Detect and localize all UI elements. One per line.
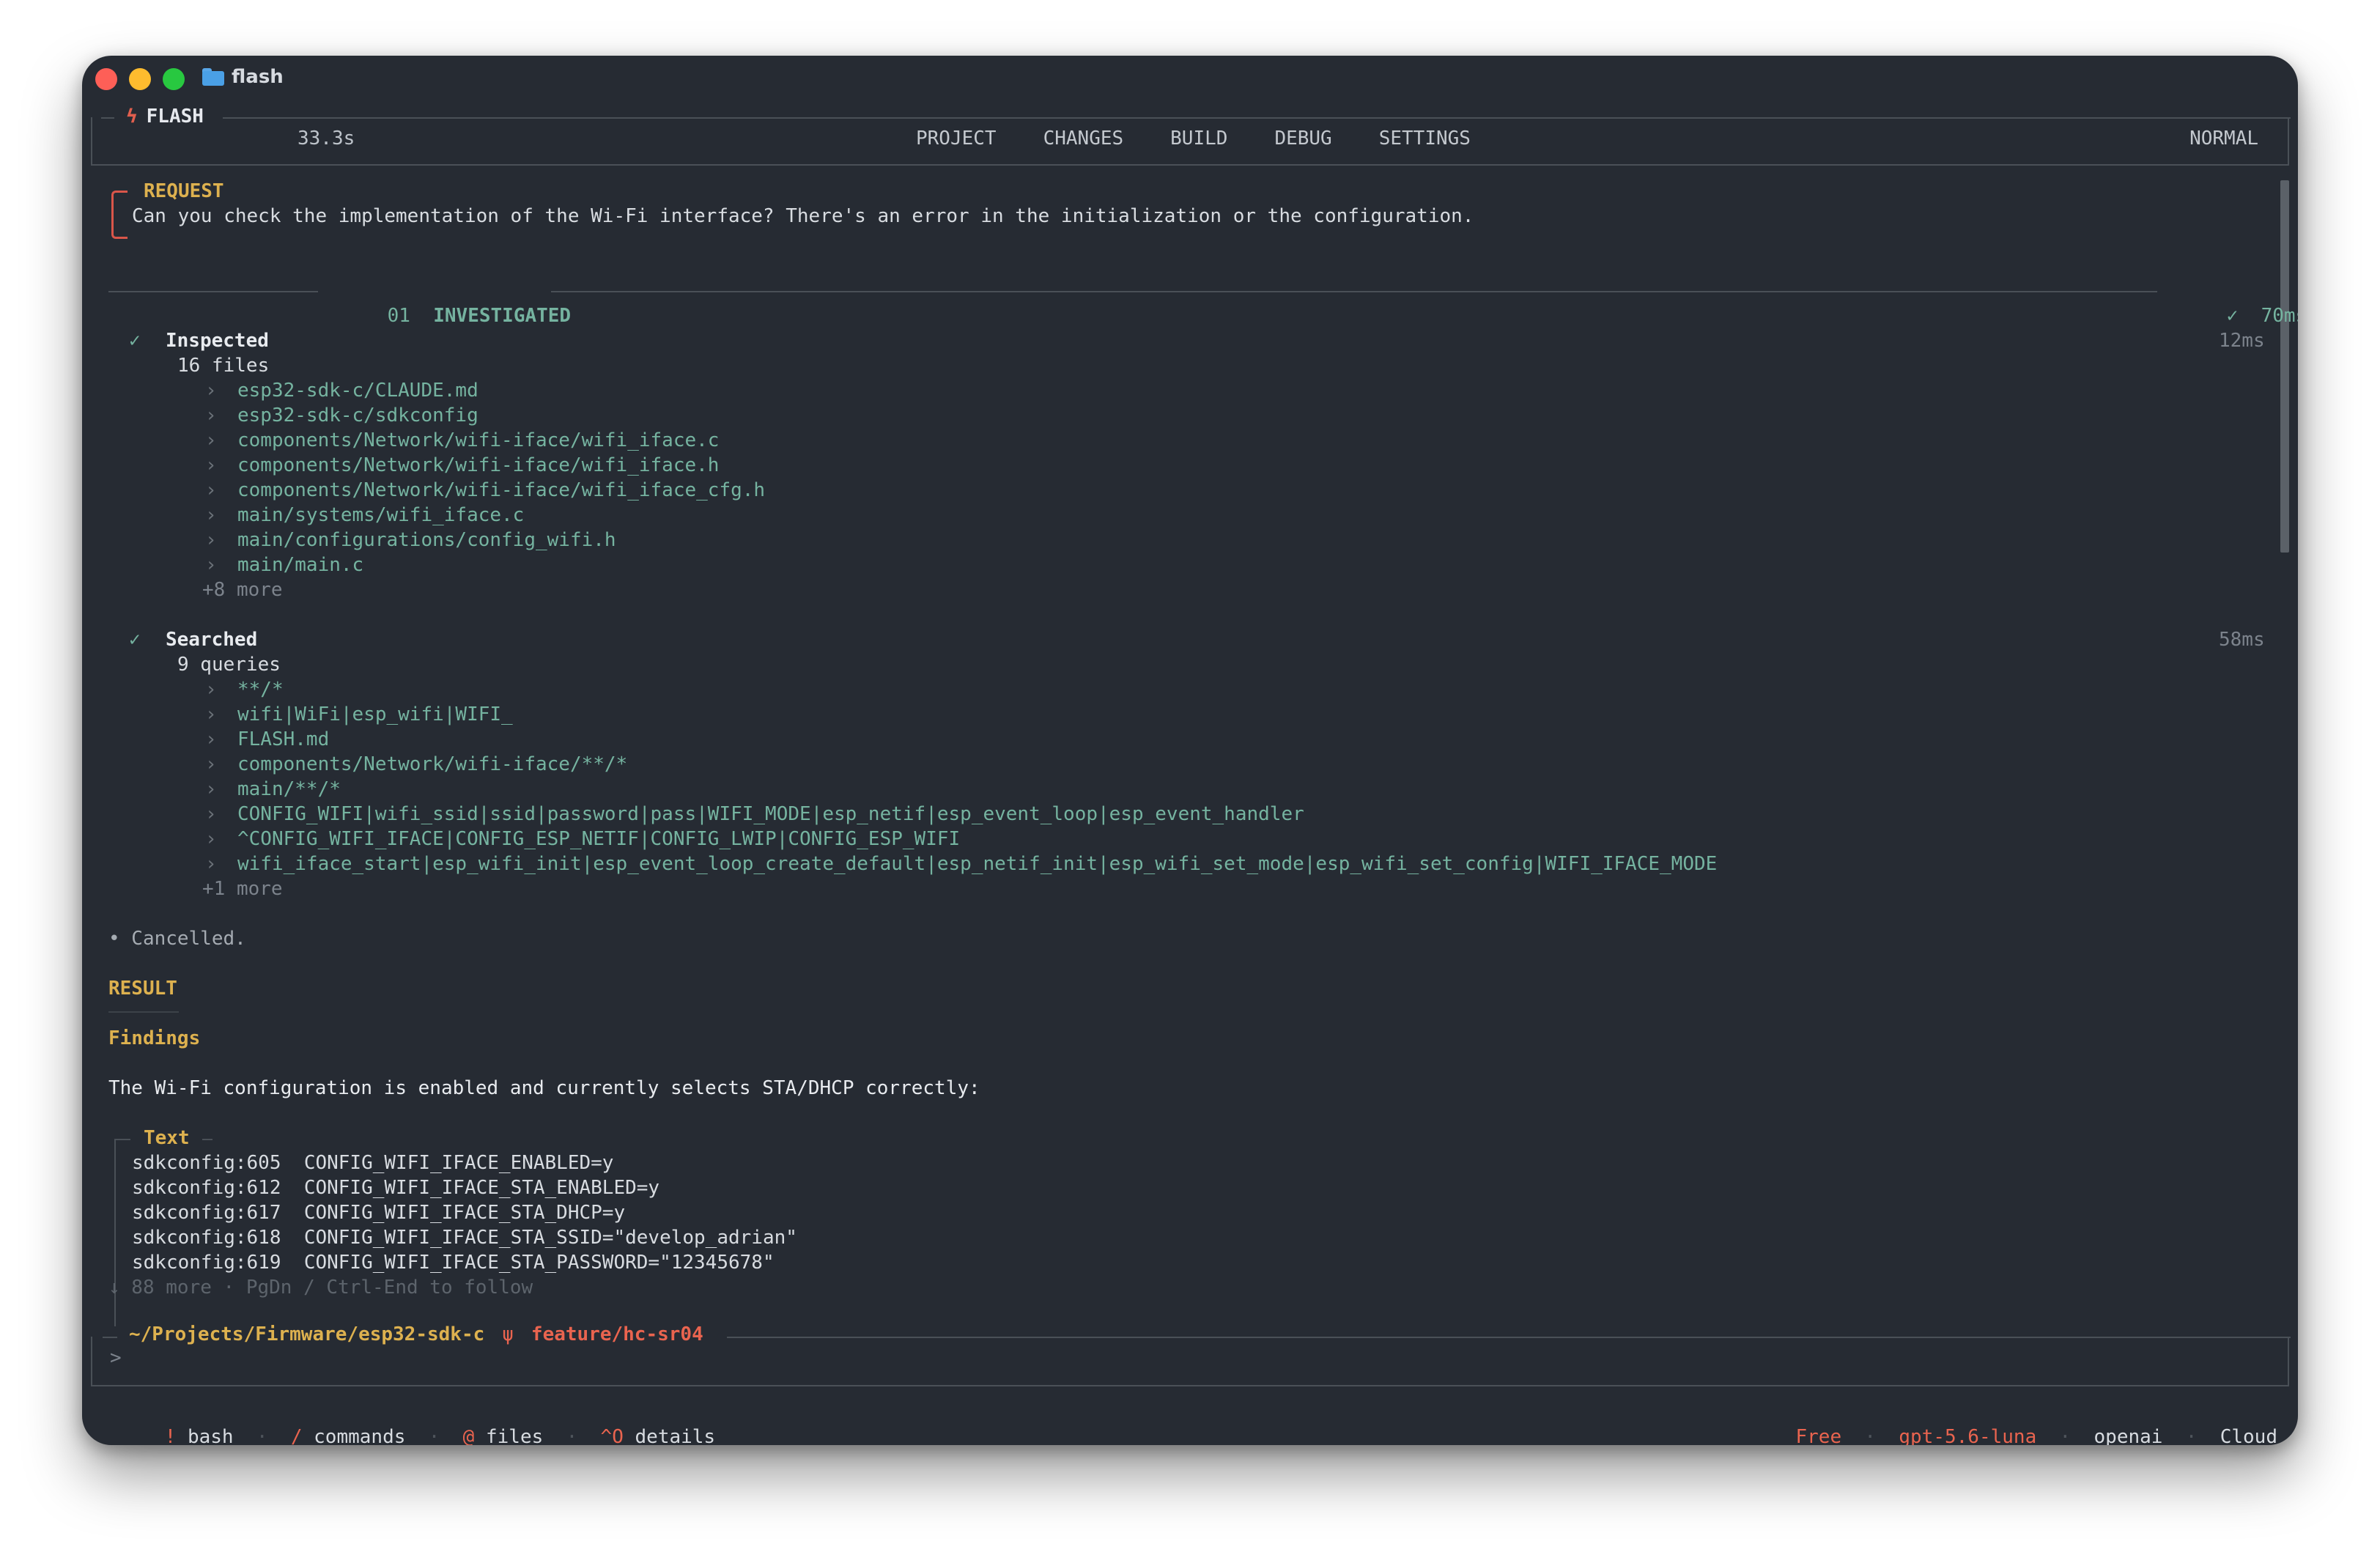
inspected-file[interactable]: esp32-sdk-c/sdkconfig	[237, 403, 478, 428]
search-query[interactable]: wifi|WiFi|esp_wifi|WIFI_	[237, 702, 513, 727]
app-name: ϟ FLASH	[126, 106, 204, 128]
tab-settings[interactable]: SETTINGS	[1379, 128, 1471, 149]
request-label: REQUEST	[144, 180, 224, 202]
tab-changes[interactable]: CHANGES	[1043, 128, 1124, 149]
title-bar: flash	[82, 56, 2298, 103]
inspected-file[interactable]: main/systems/wifi_iface.c	[237, 503, 524, 528]
search-query[interactable]: CONFIG_WIFI|wifi_ssid|ssid|password|pass…	[237, 802, 1304, 827]
commands-key: /	[290, 1426, 303, 1445]
cwd-path: ~/Projects/Firmware/esp32-sdk-c	[129, 1323, 485, 1345]
plan-badge[interactable]: Free	[1795, 1426, 1841, 1445]
files-shortcut[interactable]: files	[486, 1426, 543, 1445]
request-text: Can you check the implementation of the …	[132, 205, 1474, 227]
cancelled-status: • Cancelled.	[108, 928, 246, 950]
inspected-file[interactable]: components/Network/wifi-iface/wifi_iface…	[237, 453, 719, 478]
scroll-more-hint[interactable]: ↓ 88 more · PgDn / Ctrl-End to follow	[108, 1275, 533, 1300]
inspected-label[interactable]: Inspected	[166, 328, 269, 353]
result-summary: The Wi-Fi configuration is enabled and c…	[108, 1077, 980, 1099]
flash-icon: ϟ	[126, 106, 138, 128]
code-line: sdkconfig:617 CONFIG_WIFI_IFACE_STA_DHCP…	[132, 1202, 626, 1224]
search-query[interactable]: ^CONFIG_WIFI_IFACE|CONFIG_ESP_NETIF|CONF…	[237, 827, 960, 852]
scrollbar[interactable]	[2280, 180, 2289, 553]
step-title: INVESTIGATED	[433, 305, 572, 327]
search-query[interactable]: FLASH.md	[237, 727, 329, 752]
branch-icon: ψ	[502, 1323, 514, 1345]
zoom-window-button[interactable]	[163, 68, 185, 90]
step-check-icon: ✓	[2226, 305, 2239, 327]
header-panel: ϟ FLASH 33.3s PROJECT CHANGES BUILD DEBU…	[91, 106, 2291, 166]
request-bracket	[111, 191, 128, 239]
searched-time: 58ms	[2219, 629, 2265, 651]
step-heading: 01 INVESTIGATED	[341, 278, 571, 353]
inspected-file[interactable]: components/Network/wifi-iface/wifi_iface…	[237, 428, 719, 453]
model-selector[interactable]: gpt-5.6-luna	[1899, 1426, 2036, 1445]
code-line: sdkconfig:618 CONFIG_WIFI_IFACE_STA_SSID…	[132, 1227, 797, 1249]
window-title: flash	[202, 66, 284, 88]
search-query[interactable]: wifi_iface_start|esp_wifi_init|esp_event…	[237, 852, 1717, 876]
inspected-file[interactable]: esp32-sdk-c/CLAUDE.md	[237, 378, 478, 403]
footer-status: Free · gpt-5.6-luna · openai · Cloud	[1750, 1400, 2277, 1445]
commands-shortcut[interactable]: commands	[314, 1426, 405, 1445]
code-line: sdkconfig:612 CONFIG_WIFI_IFACE_STA_ENAB…	[132, 1177, 660, 1199]
location-label[interactable]: Cloud	[2220, 1426, 2277, 1445]
inspected-file[interactable]: main/configurations/config_wifi.h	[237, 528, 616, 553]
prompt-input[interactable]: >	[110, 1347, 122, 1369]
tab-build[interactable]: BUILD	[1170, 128, 1227, 149]
bash-key: !	[164, 1426, 177, 1445]
inspected-file[interactable]: components/Network/wifi-iface/wifi_iface…	[237, 478, 765, 503]
inspected-count: 16 files	[177, 355, 270, 377]
code-block-label: Text	[144, 1127, 190, 1149]
prompt-path-line: ~/Projects/Firmware/esp32-sdk-c ψ featur…	[129, 1323, 703, 1345]
step-number: 01	[387, 305, 410, 327]
inspected-time: 12ms	[2219, 330, 2265, 352]
step-time: 70ms	[2261, 305, 2298, 327]
searched-more[interactable]: +1 more	[202, 876, 283, 901]
code-line: sdkconfig:619 CONFIG_WIFI_IFACE_STA_PASS…	[132, 1252, 775, 1274]
inspected-more[interactable]: +8 more	[202, 577, 283, 602]
code-line: sdkconfig:605 CONFIG_WIFI_IFACE_ENABLED=…	[132, 1152, 614, 1174]
nav-tabs: PROJECT CHANGES BUILD DEBUG SETTINGS	[916, 128, 1471, 149]
inspected-file[interactable]: main/main.c	[237, 553, 363, 577]
bash-shortcut[interactable]: bash	[188, 1426, 234, 1445]
provider-label[interactable]: openai	[2094, 1426, 2163, 1445]
close-window-button[interactable]	[95, 68, 117, 90]
search-query[interactable]: **/*	[237, 677, 284, 702]
window-title-text: flash	[232, 66, 284, 88]
details-key: ^O	[600, 1426, 624, 1445]
searched-count: 9 queries	[177, 654, 281, 676]
minimize-window-button[interactable]	[129, 68, 151, 90]
files-key: @	[462, 1426, 475, 1445]
app-name-text: FLASH	[146, 106, 204, 128]
folder-icon	[202, 68, 224, 86]
searched-label[interactable]: Searched	[166, 627, 257, 652]
footer-shortcuts: ! bash · / commands · @ files · ^O detai…	[119, 1400, 715, 1445]
search-query[interactable]: main/**/*	[237, 777, 341, 802]
tab-debug[interactable]: DEBUG	[1274, 128, 1331, 149]
mode-indicator: NORMAL	[2189, 128, 2258, 149]
prompt-box[interactable]: ~/Projects/Firmware/esp32-sdk-c ψ featur…	[91, 1323, 2291, 1386]
details-shortcut[interactable]: details	[635, 1426, 716, 1445]
elapsed-time: 33.3s	[298, 128, 355, 149]
searched-check-icon: ✓	[129, 629, 141, 651]
result-label: RESULT	[108, 978, 177, 1000]
inspected-check-icon: ✓	[129, 330, 141, 352]
findings-heading: Findings	[108, 1027, 201, 1049]
terminal-window: flash ϟ FLASH 33.3s PROJECT CHANGES BUIL…	[82, 56, 2298, 1445]
search-query[interactable]: components/Network/wifi-iface/**/*	[237, 752, 627, 777]
tab-project[interactable]: PROJECT	[916, 128, 997, 149]
git-branch: feature/hc-sr04	[531, 1323, 703, 1345]
